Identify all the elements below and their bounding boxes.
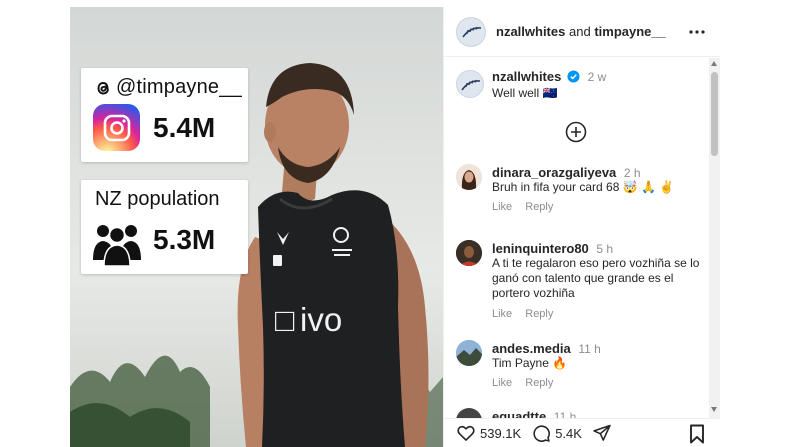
comment-time: 11 h [553,410,577,418]
scroll-up-arrow-icon[interactable] [711,61,717,66]
post-actions-bar: 539.1K 5.4K [444,418,720,447]
nz-population-value: 5.3M [153,224,216,255]
jersey-brand-text: ivo [300,301,342,338]
comment-header: eguadtte 11 h [492,409,576,418]
comment-header: leninquintero80 5 h [492,241,613,257]
reply-comment-button[interactable]: Reply [525,377,553,389]
post-header: nzallwhites and timpayne__ [444,7,720,57]
comment-time: 2 h [623,166,641,180]
more-horizontal-icon[interactable] [688,25,706,39]
comment-text: Bruh in fifa your card 68 🤯 🙏 ✌️ [492,180,675,194]
post-side-panel: nzallwhites and timpayne__ nzallwhites 2… [443,7,720,447]
post-owners: nzallwhites and timpayne__ [496,24,666,39]
comment-actions: Like Reply [492,201,563,213]
scrollbar-thumb[interactable] [711,72,718,156]
comments-list[interactable]: nzallwhites 2 w Well well 🇳🇿 dinara_oraz… [444,58,709,418]
account-avatar[interactable] [456,16,486,47]
bookmark-icon[interactable] [688,424,706,444]
comment-actions: Like Reply [492,377,563,389]
like-comment-button[interactable]: Like [492,201,512,213]
people-group-icon [93,225,141,266]
share-button[interactable] [592,423,616,443]
plus-circle-icon[interactable] [565,121,587,143]
comment-text: A ti te regalaron eso pero vozhiña se lo… [492,256,700,300]
comment-time: 5 h [596,242,614,256]
caption-header: nzallwhites 2 w [492,69,606,85]
avatar-photo [456,340,482,366]
jersey-sponsor: □ [275,302,295,338]
like-button[interactable]: 539.1K [456,423,521,443]
avatar-photo [456,164,482,190]
threads-icon [97,81,109,94]
nz-population-title: NZ population [95,188,220,210]
comment-bubble-icon [533,425,551,442]
commenter-avatar[interactable] [456,340,482,366]
reply-comment-button[interactable]: Reply [525,201,553,213]
comment-actions: Like Reply [492,308,563,320]
commenter-avatar[interactable] [456,408,482,418]
nz-population-card: NZ population 5.3M [81,180,248,274]
comment-username[interactable]: andes.media [492,341,571,356]
heart-icon [457,425,475,441]
caption-username[interactable]: nzallwhites [492,69,561,84]
owners-joiner: and [568,24,591,39]
instagram-logo-icon [93,104,140,151]
comment-username[interactable]: leninquintero80 [492,241,589,256]
caption-text: Well well 🇳🇿 [492,86,558,100]
instagram-followers-value: 5.4M [153,112,216,143]
comment-username[interactable]: eguadtte [492,409,546,418]
comment-time: 11 h [578,342,601,356]
scroll-down-arrow-icon[interactable] [711,407,717,412]
share-send-icon [593,424,611,441]
commenter-avatar[interactable] [456,164,482,190]
comment-username[interactable]: dinara_orazgaliyeva [492,165,616,180]
verified-badge-icon [567,70,580,83]
comment-header: andes.media 11 h [492,341,601,357]
account-username[interactable]: nzallwhites [496,24,565,39]
caption-time: 2 w [587,70,607,84]
instagram-handle: @timpayne__ [116,76,242,98]
reply-comment-button[interactable]: Reply [525,308,553,320]
avatar-photo [456,240,482,266]
comment-header: dinara_orazgaliyeva 2 h [492,165,641,181]
caption-avatar[interactable] [456,70,484,98]
like-comment-button[interactable]: Like [492,377,512,389]
comment-button[interactable]: 5.4K [531,423,582,443]
comments-scrollbar[interactable] [709,58,720,418]
instagram-followers-card: @timpayne__ 5.4M [81,68,248,162]
like-comment-button[interactable]: Like [492,308,512,320]
fern-logo-icon [461,79,481,91]
comments-count: 5.4K [555,425,582,441]
commenter-avatar[interactable] [456,240,482,266]
fern-logo-icon [462,26,482,37]
likes-count: 539.1K [480,425,522,441]
threads-handle: @timpayne__ [93,76,242,99]
comment-text: Tim Payne 🔥 [492,356,568,370]
collaborator-username[interactable]: timpayne__ [594,24,666,39]
